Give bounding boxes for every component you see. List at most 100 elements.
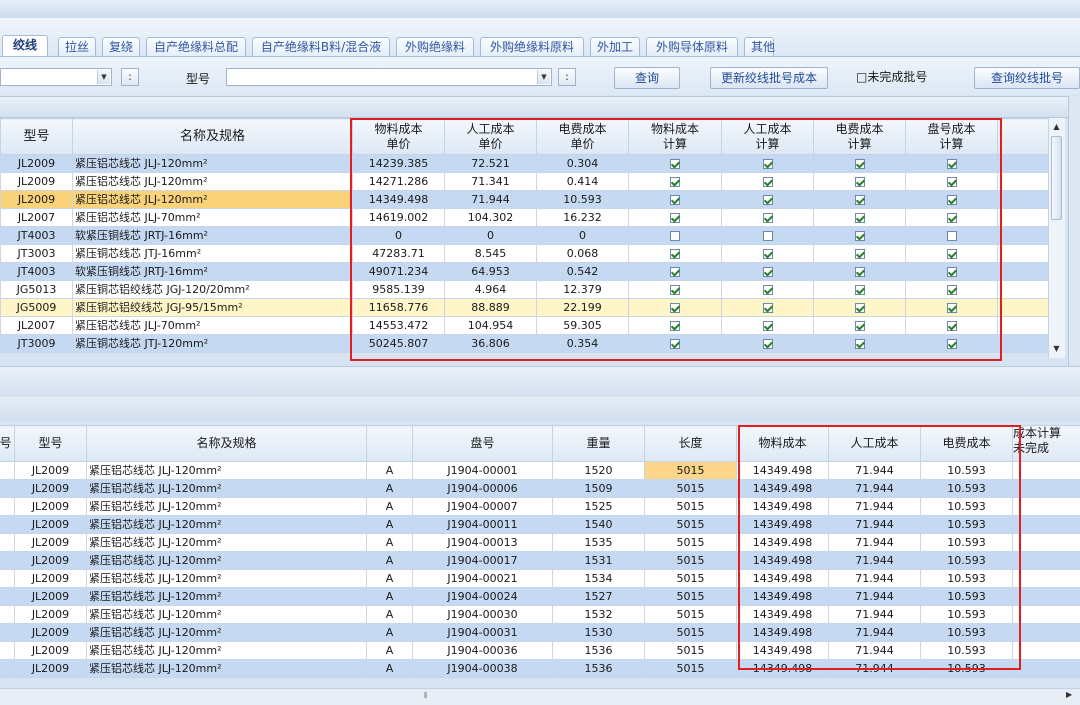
checkbox-checked-icon[interactable]: [947, 159, 957, 169]
checkbox-checked-icon[interactable]: [763, 195, 773, 205]
cell-filler[interactable]: [998, 335, 1049, 353]
cell-electricity-calc[interactable]: [814, 281, 906, 299]
checkbox-checked-icon[interactable]: [763, 249, 773, 259]
checkbox-checked-icon[interactable]: [670, 303, 680, 313]
cell-length[interactable]: 5015: [645, 606, 737, 624]
cell-labor-unit[interactable]: 0: [445, 227, 537, 245]
cell-model[interactable]: JL2009: [1, 191, 73, 209]
table-row[interactable]: JL2009紧压铝芯线芯 JLJ-120mm²AJ1904-0000715255…: [0, 498, 1080, 516]
cell-length[interactable]: 5015: [645, 498, 737, 516]
cell-labor-cost[interactable]: 71.944: [829, 588, 921, 606]
cell-model[interactable]: JL2009: [15, 588, 87, 606]
cell-cost-unfinished[interactable]: [1013, 534, 1080, 552]
cell-index[interactable]: [0, 480, 15, 498]
model-combo[interactable]: ▼: [226, 68, 552, 86]
cell-filler[interactable]: [998, 317, 1049, 335]
cell-filler[interactable]: [998, 281, 1049, 299]
cell-electricity-calc[interactable]: [814, 335, 906, 353]
cell-name[interactable]: 紧压铝芯线芯 JLJ-120mm²: [73, 173, 353, 191]
checkbox-checked-icon[interactable]: [947, 249, 957, 259]
cell-name[interactable]: 紧压铝芯线芯 JLJ-120mm²: [87, 462, 367, 480]
cell-labor-cost[interactable]: 71.944: [829, 534, 921, 552]
cell-index[interactable]: [0, 642, 15, 660]
cell-electricity-calc[interactable]: [814, 317, 906, 335]
cell-electricity-cost[interactable]: 10.593: [921, 534, 1013, 552]
checkbox-checked-icon[interactable]: [855, 321, 865, 331]
cell-material-calc[interactable]: [629, 335, 722, 353]
cell-electricity-cost[interactable]: 10.593: [921, 588, 1013, 606]
cell-name[interactable]: 紧压铝芯线芯 JLJ-120mm²: [87, 516, 367, 534]
cell-electricity-unit[interactable]: 0: [537, 227, 629, 245]
table-row[interactable]: JL2009紧压铝芯线芯 JLJ-120mm²14271.28671.3410.…: [1, 173, 1049, 191]
update-batch-cost-button[interactable]: 更新绞线批号成本: [710, 67, 828, 89]
checkbox-checked-icon[interactable]: [763, 177, 773, 187]
cell-model[interactable]: JL2009: [15, 498, 87, 516]
cell-material-calc[interactable]: [629, 227, 722, 245]
cell-labor-cost[interactable]: 71.944: [829, 552, 921, 570]
cell-material-cost[interactable]: 14349.498: [737, 552, 829, 570]
cell-index[interactable]: [0, 606, 15, 624]
cell-material-cost[interactable]: 14349.498: [737, 498, 829, 516]
cell-material-calc[interactable]: [629, 209, 722, 227]
cell-model[interactable]: JL2009: [15, 534, 87, 552]
col-weight[interactable]: 重量: [553, 426, 645, 462]
col-model[interactable]: 型号: [1, 119, 73, 155]
cell-cost-unfinished[interactable]: [1013, 660, 1080, 678]
cell-weight[interactable]: 1532: [553, 606, 645, 624]
cell-model[interactable]: JL2009: [15, 516, 87, 534]
cell-weight[interactable]: 1527: [553, 588, 645, 606]
cell-index[interactable]: [0, 624, 15, 642]
splitter-bar[interactable]: [0, 366, 1080, 398]
cell-labor-calc[interactable]: [722, 155, 814, 173]
cell-model[interactable]: JL2009: [1, 173, 73, 191]
checkbox-checked-icon[interactable]: [947, 267, 957, 277]
query-button[interactable]: 查询: [614, 67, 680, 89]
cell-electricity-calc[interactable]: [814, 227, 906, 245]
checkbox-checked-icon[interactable]: [763, 159, 773, 169]
cell-grade[interactable]: A: [367, 552, 413, 570]
cell-cost-unfinished[interactable]: [1013, 606, 1080, 624]
cell-labor-unit[interactable]: 64.953: [445, 263, 537, 281]
cell-labor-calc[interactable]: [722, 299, 814, 317]
col-index[interactable]: 号: [0, 426, 15, 462]
table-row[interactable]: JL2009紧压铝芯线芯 JLJ-120mm²14239.38572.5210.…: [1, 155, 1049, 173]
checkbox-checked-icon[interactable]: [855, 177, 865, 187]
cell-material-calc[interactable]: [629, 299, 722, 317]
cell-model[interactable]: JL2007: [1, 317, 73, 335]
cell-material-cost[interactable]: 14349.498: [737, 588, 829, 606]
cell-model[interactable]: JL2007: [1, 209, 73, 227]
bottom-hscrollbar[interactable]: ⦀ ▶: [0, 688, 1080, 705]
scroll-down-icon[interactable]: ▼: [1049, 342, 1064, 356]
cell-cost-unfinished[interactable]: [1013, 624, 1080, 642]
cell-labor-calc[interactable]: [722, 263, 814, 281]
cell-electricity-unit[interactable]: 59.305: [537, 317, 629, 335]
cell-reel-calc[interactable]: [906, 245, 998, 263]
checkbox-checked-icon[interactable]: [855, 285, 865, 295]
cell-labor-unit[interactable]: 71.944: [445, 191, 537, 209]
cell-electricity-cost[interactable]: 10.593: [921, 606, 1013, 624]
cell-grade[interactable]: A: [367, 570, 413, 588]
cell-weight[interactable]: 1535: [553, 534, 645, 552]
cell-grade[interactable]: A: [367, 660, 413, 678]
table-row[interactable]: JL2007紧压铝芯线芯 JLJ-70mm²14619.002104.30216…: [1, 209, 1049, 227]
cell-name[interactable]: 紧压铜芯线芯 JTJ-16mm²: [73, 245, 353, 263]
cell-reel-calc[interactable]: [906, 263, 998, 281]
cell-model[interactable]: JL2009: [15, 624, 87, 642]
cell-labor-unit[interactable]: 72.521: [445, 155, 537, 173]
cell-filler[interactable]: [998, 227, 1049, 245]
cell-labor-cost[interactable]: 71.944: [829, 624, 921, 642]
cell-material-unit[interactable]: 47283.71: [353, 245, 445, 263]
checkbox-checked-icon[interactable]: [670, 249, 680, 259]
checkbox-checked-icon[interactable]: [855, 339, 865, 349]
col-labor-unit[interactable]: 人工成本 单价: [445, 119, 537, 155]
cell-index[interactable]: [0, 552, 15, 570]
cell-reel-no[interactable]: J1904-00006: [413, 480, 553, 498]
cell-length[interactable]: 5015: [645, 534, 737, 552]
cell-material-cost[interactable]: 14349.498: [737, 534, 829, 552]
cell-reel-no[interactable]: J1904-00001: [413, 462, 553, 480]
cell-labor-unit[interactable]: 88.889: [445, 299, 537, 317]
cell-name[interactable]: 紧压铝芯线芯 JLJ-120mm²: [87, 660, 367, 678]
checkbox-checked-icon[interactable]: [670, 285, 680, 295]
checkbox-unchecked-icon[interactable]: [670, 231, 680, 241]
cell-electricity-calc[interactable]: [814, 263, 906, 281]
